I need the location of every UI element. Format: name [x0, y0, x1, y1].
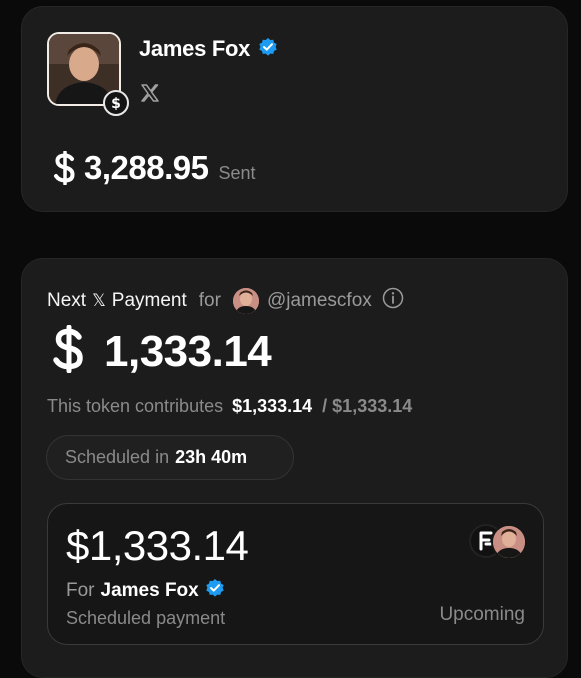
scheduled-in-value: 23h 40m	[175, 447, 248, 467]
recipient-handle[interactable]: @jamescfox	[267, 290, 372, 312]
profile-name: James Fox	[139, 36, 251, 61]
scheduled-payment-card[interactable]: $1,333.14 For James Fox Scheduled paymen…	[47, 503, 544, 645]
scheduled-payment-subtitle: Scheduled payment	[66, 608, 226, 628]
profile-name-row: James Fox	[139, 36, 278, 62]
cash-tag-icon	[52, 150, 78, 190]
creator-avatar	[491, 524, 527, 560]
scheduled-payment-amount: $1,333.14	[66, 522, 249, 569]
token-stack	[469, 524, 527, 560]
contribution-total: / $1,333.14	[322, 396, 413, 416]
next-payment-header: Next 𝕏 Payment for @jamescfox	[47, 287, 404, 315]
cash-tag-badge-icon: $	[103, 90, 129, 116]
token-contribution-row: This token contributes $1,333.14 / $1,33…	[47, 396, 412, 417]
sent-label: Sent	[218, 163, 256, 183]
verified-badge-icon	[258, 37, 278, 62]
scheduled-in-pill: Scheduled in 23h 40m	[46, 435, 294, 480]
sent-amount: 3,288.95	[84, 149, 209, 186]
for-label: For	[66, 580, 95, 601]
profile-avatar-wrap[interactable]: $	[47, 32, 129, 116]
next-payment-amount-row: 1,333.14	[50, 324, 272, 378]
verified-badge-icon	[205, 578, 225, 604]
info-icon[interactable]	[382, 287, 404, 315]
scheduled-for-row: For James Fox	[66, 578, 225, 604]
payment-label: Payment	[111, 290, 187, 311]
next-payment-card: Next 𝕏 Payment for @jamescfox 1,333.14 T…	[21, 258, 568, 678]
next-payment-amount: 1,333.14	[104, 326, 272, 376]
sent-total-row: 3,288.95 Sent	[52, 145, 256, 187]
mini-avatar	[232, 288, 259, 314]
svg-text:$: $	[111, 96, 121, 111]
cash-tag-icon	[50, 324, 88, 378]
scheduled-in-label: Scheduled in	[65, 447, 170, 467]
x-logo-icon[interactable]	[140, 83, 160, 108]
recipient-name: James Fox	[100, 580, 199, 601]
status-badge: Upcoming	[439, 604, 525, 625]
contribution-label: This token contributes	[47, 396, 224, 416]
profile-card: $ James Fox 3,288.95 Sent	[21, 6, 568, 212]
x-platform-icon: 𝕏	[92, 291, 106, 310]
contribution-value: $1,333.14	[232, 396, 313, 416]
for-label: for	[198, 290, 221, 311]
next-label: Next	[47, 290, 87, 311]
